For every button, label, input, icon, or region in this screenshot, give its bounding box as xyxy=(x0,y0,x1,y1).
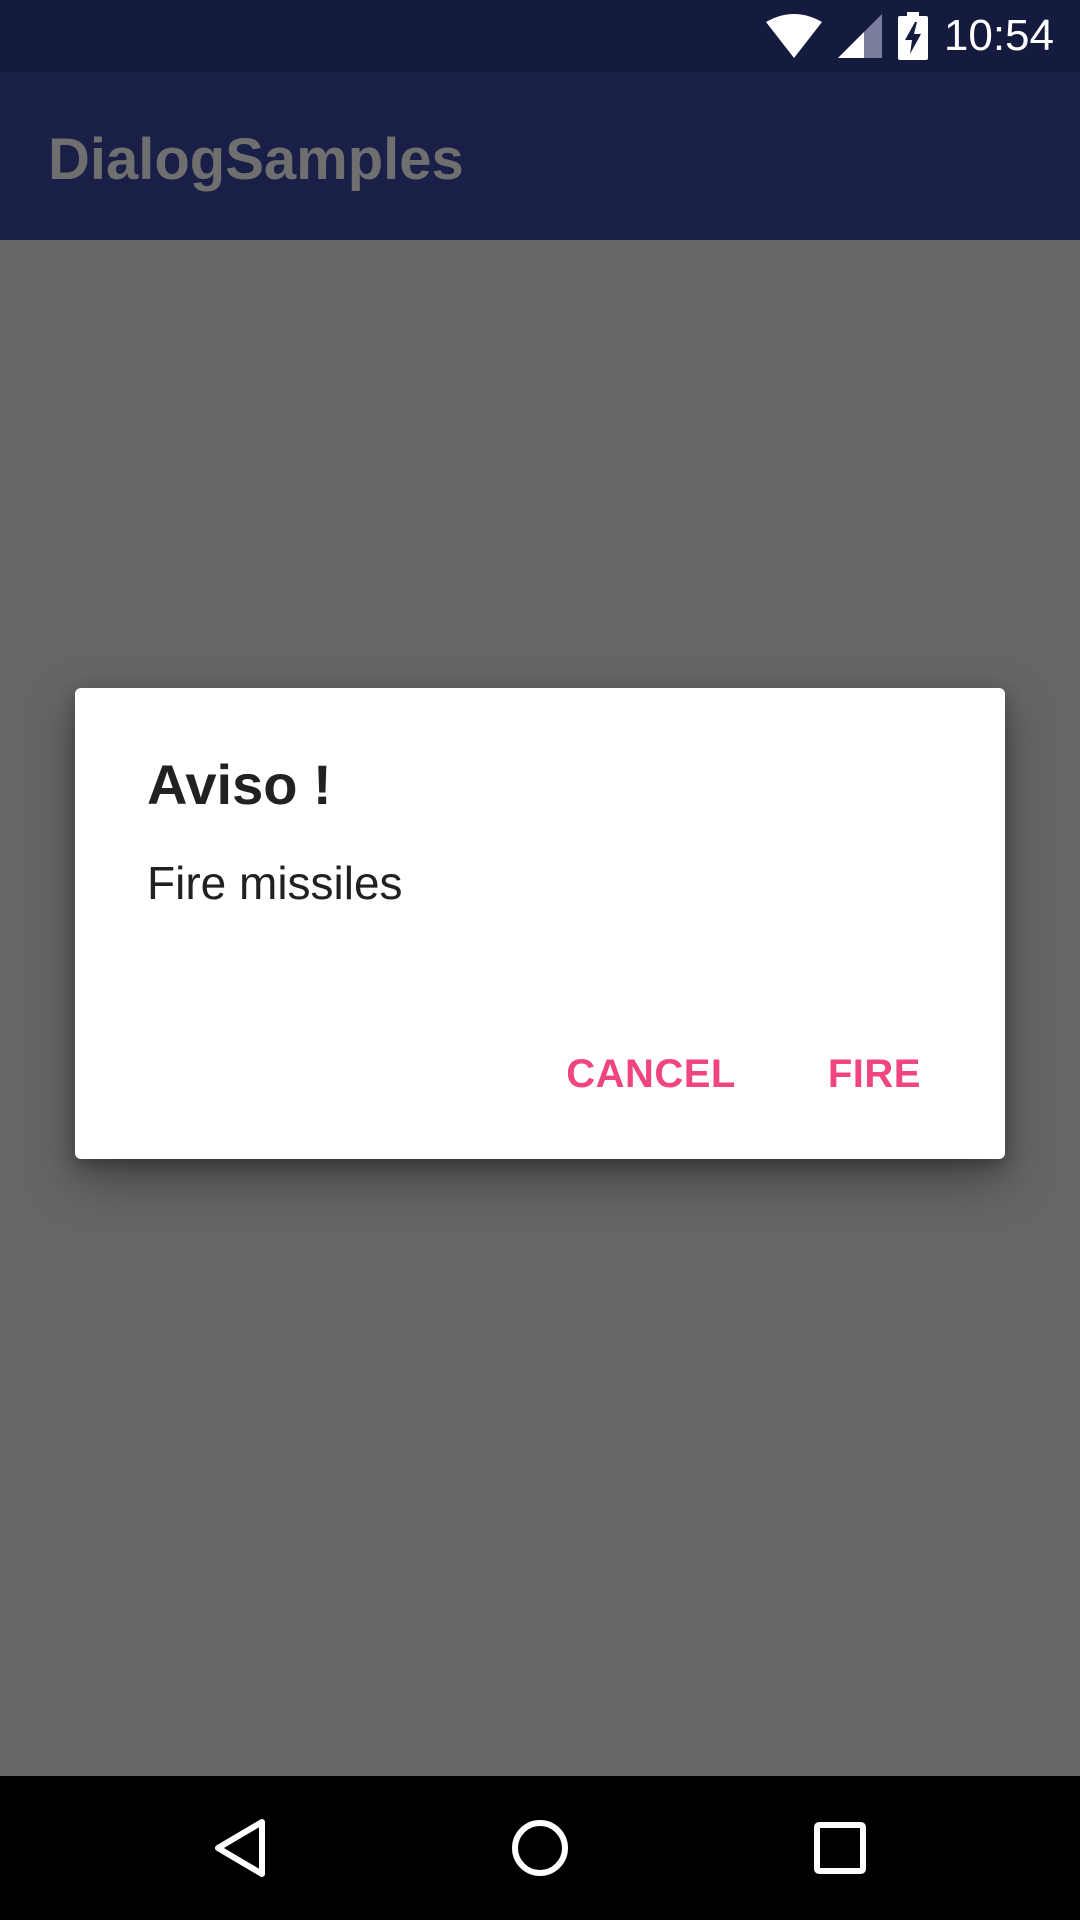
status-bar: 10:54 xyxy=(0,0,1080,72)
status-time: 10:54 xyxy=(943,11,1054,60)
alert-dialog: Aviso ! Fire missiles CANCEL FIRE xyxy=(75,688,1005,1159)
battery-charging-icon xyxy=(897,12,928,60)
dialog-title: Aviso ! xyxy=(147,753,332,816)
fire-button[interactable]: FIRE xyxy=(804,1044,945,1105)
back-icon[interactable] xyxy=(190,1798,290,1898)
app-bar: DialogSamples xyxy=(0,72,1080,240)
dialog-actions: CANCEL FIRE xyxy=(498,1044,945,1105)
cancel-button[interactable]: CANCEL xyxy=(542,1044,760,1105)
recents-icon[interactable] xyxy=(790,1798,890,1898)
navigation-bar xyxy=(0,1776,1080,1920)
dialog-message: Fire missiles xyxy=(147,857,403,909)
wifi-icon xyxy=(765,14,822,58)
app-title: DialogSamples xyxy=(48,127,464,192)
home-icon[interactable] xyxy=(490,1798,590,1898)
screen: 10:54 DialogSamples Aviso ! Fire missile… xyxy=(0,0,1080,1920)
signal-icon xyxy=(837,14,882,58)
